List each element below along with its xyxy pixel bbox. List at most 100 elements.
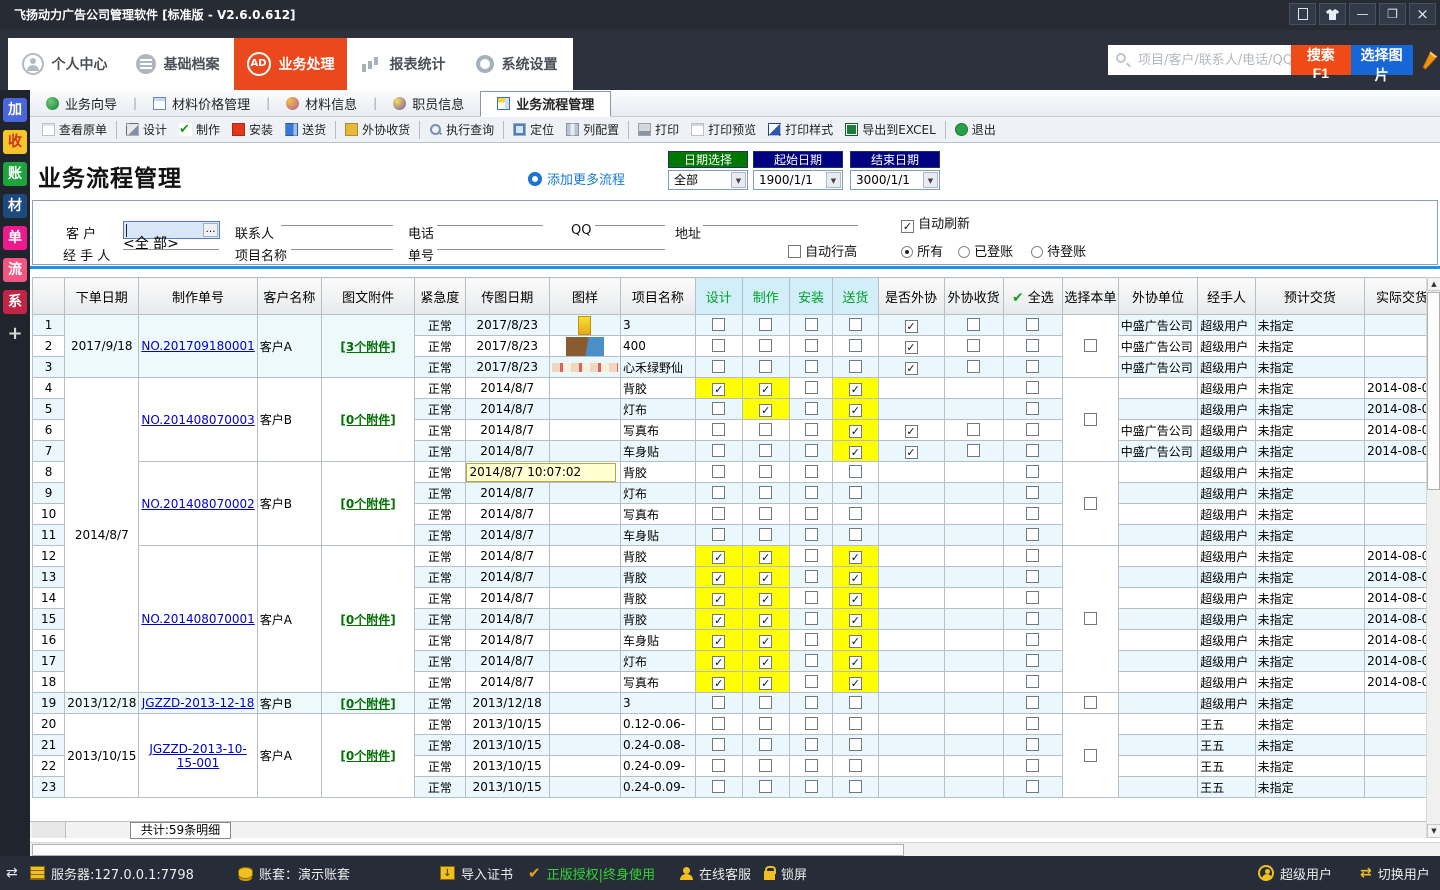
install-checkbox[interactable] — [805, 318, 818, 331]
attachment-link[interactable]: [0个附件] — [340, 497, 395, 511]
make-checkbox[interactable]: ✓ — [759, 593, 772, 606]
col-header-选择本单[interactable]: 选择本单 — [1063, 278, 1119, 315]
toolbar-print-button[interactable]: 打印 — [632, 119, 685, 141]
make-checkbox[interactable] — [759, 444, 772, 457]
toolbar-query-button[interactable]: 执行查询 — [423, 119, 500, 141]
make-checkbox[interactable]: ✓ — [759, 551, 772, 564]
col-header-项目名称[interactable]: 项目名称 — [620, 278, 695, 315]
col-header-图样[interactable]: 图样 — [549, 278, 620, 315]
toolbar-outrecv-button[interactable]: 外协收货 — [339, 119, 416, 141]
nav-tab-gear[interactable]: 系统设置 — [460, 38, 573, 90]
design-checkbox[interactable] — [712, 423, 725, 436]
order-no-link[interactable]: NO.201408070002 — [141, 497, 254, 511]
deliver-checkbox[interactable] — [849, 339, 862, 352]
select-all-checkbox[interactable] — [1026, 423, 1039, 436]
deliver-checkbox[interactable] — [849, 360, 862, 373]
add-shortcut-button[interactable]: + — [3, 322, 27, 346]
radio-pending[interactable]: 待登账 — [1031, 241, 1086, 260]
deliver-checkbox[interactable]: ✓ — [849, 383, 862, 396]
make-checkbox[interactable]: ✓ — [759, 614, 772, 627]
radio-all[interactable]: 所有 — [901, 241, 943, 260]
install-checkbox[interactable] — [805, 738, 818, 751]
deliver-checkbox[interactable]: ✓ — [849, 656, 862, 669]
chevron-down-icon[interactable]: ▼ — [826, 172, 841, 188]
horizontal-scrollbar[interactable] — [30, 842, 1440, 856]
col-header-外协收货[interactable]: 外协收货 — [944, 278, 1003, 315]
install-checkbox[interactable] — [805, 339, 818, 352]
order-no-link[interactable]: NO.201408070001 — [141, 612, 254, 626]
install-checkbox[interactable] — [805, 675, 818, 688]
make-checkbox[interactable]: ✓ — [759, 656, 772, 669]
order-no-link[interactable]: NO.201709180001 — [141, 339, 254, 353]
deliver-checkbox[interactable]: ✓ — [849, 404, 862, 417]
sidebar-shortcut-收[interactable]: 收 — [3, 130, 27, 154]
toolbar-install-button[interactable]: 安装 — [226, 119, 279, 141]
status-user-badge[interactable]: 超级用户 — [1258, 856, 1332, 890]
install-checkbox[interactable] — [805, 444, 818, 457]
make-checkbox[interactable]: ✓ — [759, 572, 772, 585]
deliver-checkbox[interactable] — [849, 507, 862, 520]
subtab-material[interactable]: 材料信息 — [270, 90, 373, 116]
install-checkbox[interactable] — [805, 528, 818, 541]
toolbar-locate-button[interactable]: 定位 — [507, 119, 560, 141]
skin-icon[interactable] — [1319, 3, 1346, 25]
deliver-checkbox[interactable] — [849, 738, 862, 751]
select-order-checkbox[interactable] — [1084, 696, 1097, 709]
attachment-link[interactable]: [0个附件] — [340, 613, 395, 627]
make-checkbox[interactable] — [759, 339, 772, 352]
design-checkbox[interactable] — [712, 780, 725, 793]
install-checkbox[interactable] — [805, 465, 818, 478]
install-checkbox[interactable] — [805, 759, 818, 772]
make-checkbox[interactable] — [759, 780, 772, 793]
search-input[interactable] — [1108, 45, 1291, 75]
make-checkbox[interactable] — [759, 507, 772, 520]
install-checkbox[interactable] — [805, 780, 818, 793]
status-import-cert[interactable]: ↓导入证书 — [440, 856, 513, 890]
outsource-checkbox[interactable]: ✓ — [905, 362, 918, 375]
make-checkbox[interactable]: ✓ — [759, 404, 772, 417]
order-no-input[interactable] — [437, 233, 665, 250]
status-server[interactable]: 服务器:127.0.0.1:7798 — [30, 856, 194, 890]
status-ledger[interactable]: 账套：演示账套 — [238, 856, 350, 890]
make-checkbox[interactable] — [759, 423, 772, 436]
status-support[interactable]: 在线客服 — [680, 856, 751, 890]
select-all-checkbox[interactable] — [1026, 507, 1039, 520]
install-checkbox[interactable] — [805, 381, 818, 394]
install-checkbox[interactable] — [805, 612, 818, 625]
select-all-checkbox[interactable] — [1026, 339, 1039, 352]
select-all-checkbox[interactable] — [1026, 717, 1039, 730]
deliver-checkbox[interactable]: ✓ — [849, 572, 862, 585]
select-all-checkbox[interactable] — [1026, 318, 1039, 331]
subtab-flow[interactable]: 业务流程管理 — [480, 91, 611, 117]
status-lock[interactable]: 锁屏 — [764, 856, 807, 890]
install-checkbox[interactable] — [805, 486, 818, 499]
design-checkbox[interactable] — [712, 507, 725, 520]
make-checkbox[interactable] — [759, 465, 772, 478]
select-all-checkbox[interactable] — [1026, 549, 1039, 562]
select-all-checkbox[interactable] — [1026, 444, 1039, 457]
toolbar-colcfg-button[interactable]: 列配置 — [560, 119, 625, 141]
col-header-全选[interactable]: ✔全选 — [1003, 278, 1062, 315]
select-order-checkbox[interactable] — [1084, 749, 1097, 762]
vertical-scroll-thumb[interactable] — [1427, 292, 1440, 490]
install-checkbox[interactable] — [805, 549, 818, 562]
design-checkbox[interactable] — [712, 528, 725, 541]
make-checkbox[interactable] — [759, 696, 772, 709]
date-filter-select[interactable]: 全部▼ — [668, 170, 748, 190]
sidebar-shortcut-材[interactable]: 材 — [3, 194, 27, 218]
deliver-checkbox[interactable]: ✓ — [849, 425, 862, 438]
col-header-安装[interactable]: 安装 — [789, 278, 833, 315]
horn-icon[interactable] — [1419, 47, 1440, 73]
select-all-checkbox[interactable] — [1026, 780, 1039, 793]
make-checkbox[interactable] — [759, 759, 772, 772]
sidebar-shortcut-系[interactable]: 系 — [3, 290, 27, 314]
design-checkbox[interactable] — [712, 339, 725, 352]
attachment-link[interactable]: [0个附件] — [340, 749, 395, 763]
outsource-checkbox[interactable]: ✓ — [905, 446, 918, 459]
deliver-checkbox[interactable] — [849, 318, 862, 331]
toolbar-design-button[interactable]: 设计 — [120, 119, 173, 141]
qq-input[interactable] — [595, 209, 665, 226]
design-checkbox[interactable] — [712, 759, 725, 772]
design-checkbox[interactable]: ✓ — [712, 656, 725, 669]
toolbar-excel-button[interactable]: 导出到EXCEL — [839, 119, 942, 141]
